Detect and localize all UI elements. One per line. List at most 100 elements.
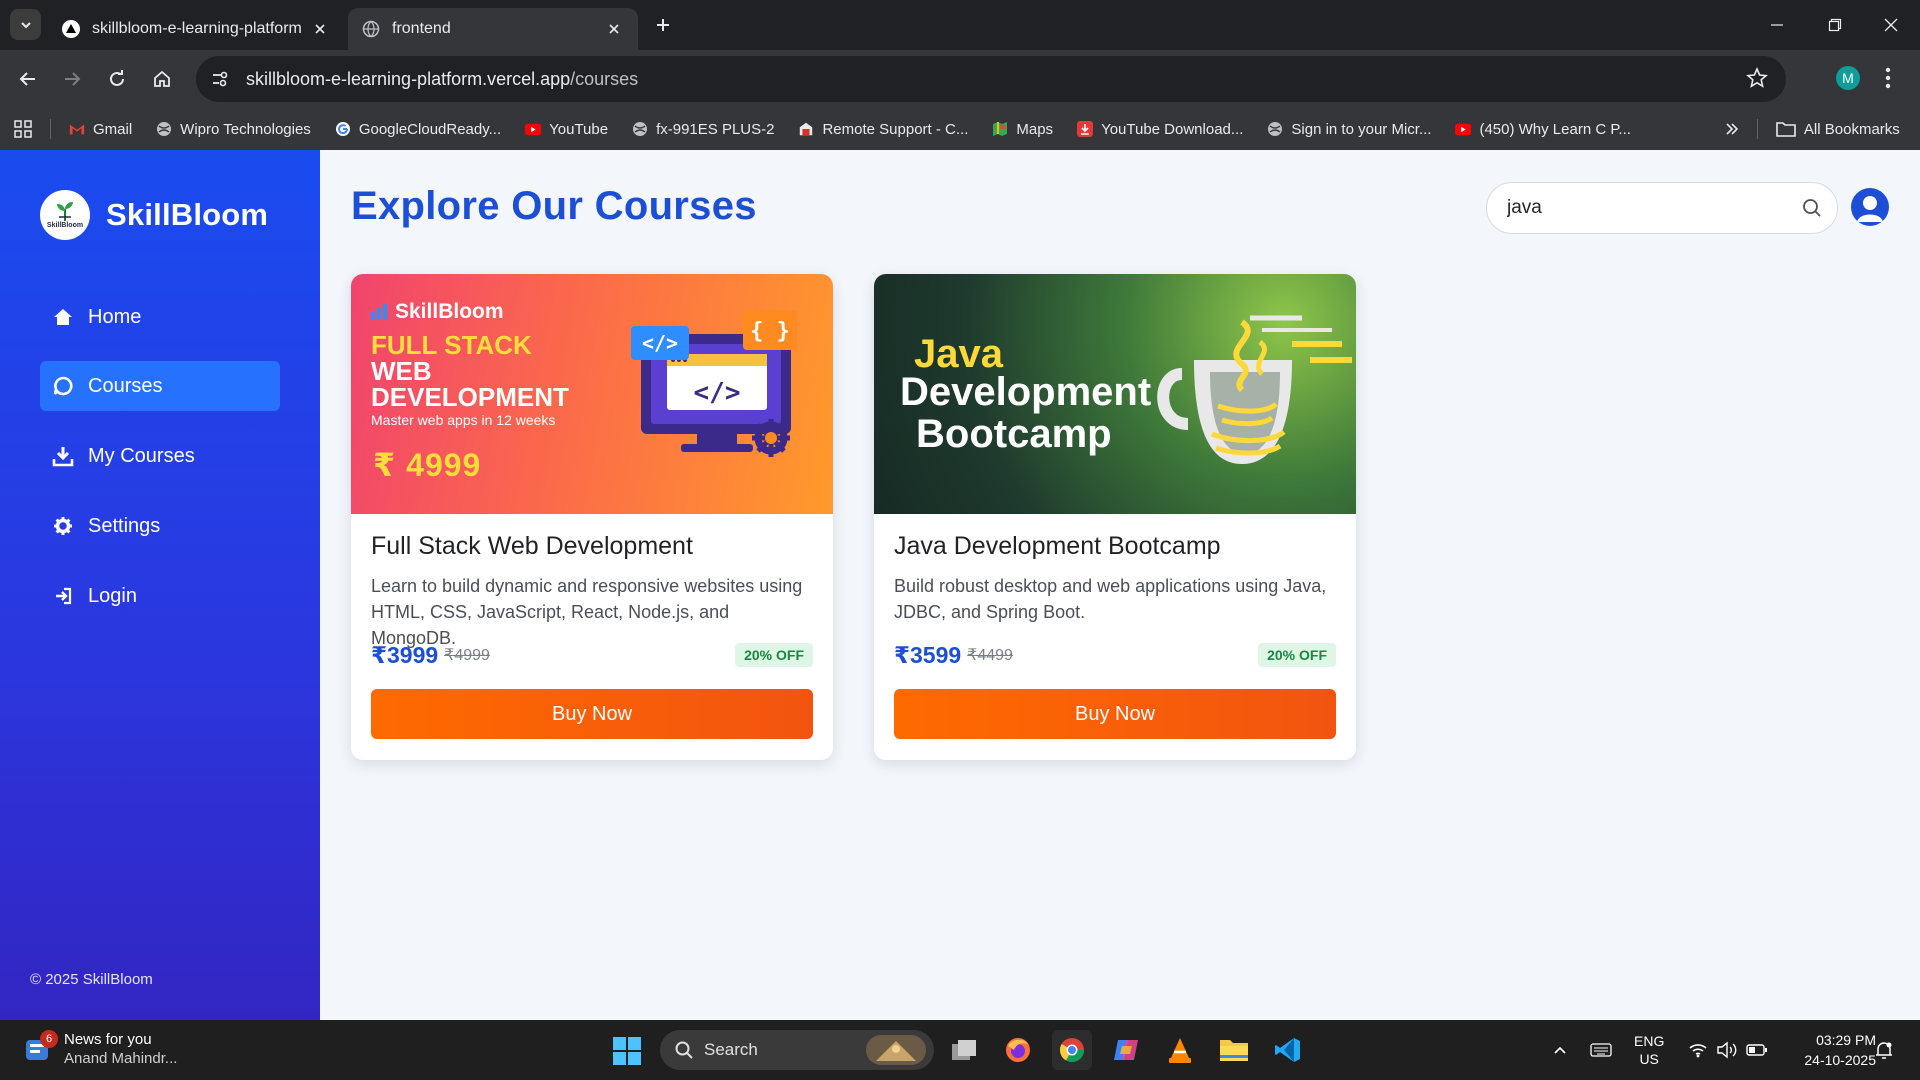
volume-icon[interactable]: [1716, 1020, 1738, 1080]
firefox-app[interactable]: [998, 1030, 1038, 1070]
wifi-icon[interactable]: [1688, 1020, 1708, 1080]
chrome-app[interactable]: [1052, 1030, 1092, 1070]
news-icon: 6: [24, 1030, 58, 1064]
reload-icon: [110, 70, 124, 86]
bookmark-label: fx-991ES PLUS-2: [656, 120, 775, 138]
close-window-button[interactable]: [1862, 0, 1920, 50]
code-tag-text: </>: [694, 378, 741, 408]
monitor-code-icon: </> </> { }: [631, 310, 797, 457]
brand[interactable]: SkillBloom SkillBloom: [40, 190, 268, 240]
news-title: News for you: [64, 1031, 152, 1048]
bookmark-label: Sign in to your Micr...: [1291, 120, 1432, 138]
news-badge: 6: [40, 1030, 58, 1048]
url-host: skillbloom-e-learning-platform.vercel.ap…: [246, 68, 571, 89]
more-bookmarks-button[interactable]: [1725, 122, 1739, 136]
search-icon[interactable]: [1801, 197, 1823, 219]
banner-headline: FULL STACK WEB DEVELOPMENT: [371, 332, 569, 410]
lang-bottom: US: [1639, 1051, 1659, 1067]
sprout-icon: [57, 202, 73, 221]
copilot-app[interactable]: [1106, 1030, 1146, 1070]
bookmark-googlecloud[interactable]: GoogleCloudReady...: [335, 121, 501, 138]
search-input[interactable]: [1507, 197, 1787, 219]
bookmark-maps[interactable]: Maps: [992, 121, 1053, 138]
vlc-app[interactable]: [1160, 1030, 1200, 1070]
vscode-app[interactable]: [1268, 1030, 1308, 1070]
tab-frontend[interactable]: frontend: [348, 8, 638, 50]
taskbar-search-label: Search: [704, 1040, 758, 1059]
web-page: SkillBloom SkillBloom Home Courses My Co…: [0, 150, 1920, 1020]
bookmark-wipro[interactable]: Wipro Technologies: [156, 121, 311, 138]
code-tag-text: </>: [642, 331, 678, 355]
tab-close-icon[interactable]: [604, 19, 624, 39]
bookmark-label: GoogleCloudReady...: [358, 120, 502, 138]
globe-icon: [632, 121, 648, 137]
banner-subtitle: Master web apps in 12 weeks: [371, 412, 556, 428]
forward-button[interactable]: [56, 63, 88, 95]
bookmark-learn-c[interactable]: (450) Why Learn C P...: [1455, 121, 1631, 138]
youtube-icon: [1455, 121, 1472, 137]
copyright-text: © 2025 SkillBloom: [30, 971, 153, 988]
restore-icon: [1828, 18, 1842, 32]
all-bookmarks-button[interactable]: All Bookmarks: [1776, 121, 1900, 138]
back-button[interactable]: [12, 63, 44, 95]
keyboard-icon[interactable]: [1590, 1020, 1612, 1080]
sidebar-item-courses[interactable]: Courses: [40, 361, 280, 411]
taskbar-search[interactable]: Search: [660, 1030, 934, 1070]
browser-toolbar: skillbloom-e-learning-platform.vercel.ap…: [0, 50, 1920, 108]
tab-title: frontend: [392, 20, 451, 37]
bookmark-youtube-download[interactable]: YouTube Download...: [1077, 121, 1243, 138]
course-title: Java Development Bootcamp: [894, 532, 1221, 560]
more-menu-icon[interactable]: [1882, 64, 1894, 92]
bookmark-remote-support[interactable]: Remote Support - C...: [798, 121, 968, 138]
bookmark-star-icon[interactable]: [1746, 67, 1768, 89]
minimize-button[interactable]: [1748, 0, 1806, 50]
restore-button[interactable]: [1806, 0, 1864, 50]
courses-icon: [50, 373, 76, 399]
bookmark-label: YouTube Download...: [1101, 120, 1244, 138]
start-button[interactable]: [612, 1036, 642, 1071]
reload-button[interactable]: [101, 63, 133, 95]
task-view-button[interactable]: [944, 1030, 984, 1070]
notifications-icon[interactable]: [1874, 1020, 1894, 1080]
profile-avatar[interactable]: M: [1836, 66, 1860, 90]
chrome-icon: [1059, 1038, 1084, 1063]
file-explorer-app[interactable]: [1214, 1030, 1254, 1070]
course-price: ₹3999: [371, 641, 439, 668]
buy-now-button[interactable]: Buy Now: [371, 689, 813, 739]
battery-icon[interactable]: [1746, 1020, 1768, 1080]
tab-search-button[interactable]: [10, 9, 41, 40]
search-box: [1486, 182, 1838, 234]
sidebar-item-home[interactable]: Home: [40, 292, 280, 342]
tab-skillbloom[interactable]: skillbloom-e-learning-platform: [48, 8, 344, 50]
bookmark-microsoft[interactable]: Sign in to your Micr...: [1267, 121, 1431, 138]
taskbar: 6 News for you Anand Mahindr... Search E…: [0, 1020, 1920, 1080]
address-bar[interactable]: skillbloom-e-learning-platform.vercel.ap…: [196, 56, 1786, 102]
bookmark-youtube[interactable]: YouTube: [525, 121, 608, 138]
system-clock[interactable]: 03:29 PM 24-10-2025: [1786, 1030, 1876, 1070]
bookmark-gmail[interactable]: Gmail: [69, 121, 132, 138]
course-banner: SkillBloom FULL STACK WEB DEVELOPMENT Ma…: [351, 274, 833, 514]
user-avatar[interactable]: [1851, 188, 1889, 226]
sidebar-item-settings[interactable]: Settings: [40, 501, 280, 551]
remote-icon: [798, 121, 814, 137]
tab-close-icon[interactable]: [310, 19, 330, 39]
apps-button[interactable]: [14, 120, 32, 138]
sidebar-item-my-courses[interactable]: My Courses: [40, 431, 280, 481]
banner-line: WEB: [371, 356, 432, 386]
site-info-icon[interactable]: [200, 59, 240, 99]
globe-icon: [156, 121, 172, 137]
bookmark-label: Gmail: [93, 120, 133, 138]
sidebar-item-login[interactable]: Login: [40, 571, 280, 621]
course-old-price: ₹4499: [967, 647, 1013, 664]
lang-top: ENG: [1634, 1033, 1665, 1049]
home-button[interactable]: [146, 63, 178, 95]
news-widget[interactable]: 6 News for you Anand Mahindr...: [24, 1030, 177, 1068]
language-indicator[interactable]: ENG US: [1634, 1020, 1664, 1080]
news-text: News for you Anand Mahindr...: [64, 1030, 177, 1068]
clock-time: 03:29 PM: [1816, 1032, 1876, 1048]
buy-now-button[interactable]: Buy Now: [894, 689, 1336, 739]
bookmark-fx991[interactable]: fx-991ES PLUS-2: [632, 121, 774, 138]
show-hidden-icons[interactable]: [1552, 1020, 1568, 1080]
firefox-icon: [1006, 1038, 1030, 1062]
new-tab-button[interactable]: [650, 12, 676, 38]
